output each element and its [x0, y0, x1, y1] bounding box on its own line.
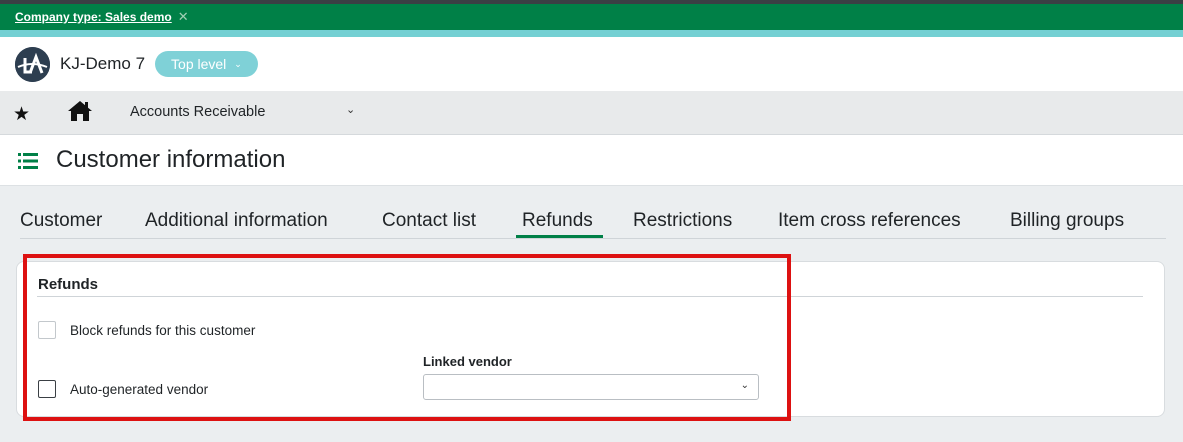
active-tab-indicator: [516, 235, 603, 238]
company-type-link[interactable]: Company type: Sales demo: [15, 10, 172, 24]
chevron-down-icon[interactable]: ⌄: [346, 103, 355, 116]
accent-strip: [0, 30, 1183, 37]
module-navbar: ★ Accounts Receivable ⌄: [0, 91, 1183, 135]
home-icon[interactable]: [67, 100, 93, 127]
module-menu[interactable]: Accounts Receivable: [130, 104, 265, 120]
list-icon[interactable]: [18, 153, 38, 174]
tab-contact-list[interactable]: Contact list: [382, 210, 476, 232]
tab-restrictions[interactable]: Restrictions: [633, 210, 732, 232]
app-header: KJ-Demo 7 Top level ⌄: [0, 37, 1183, 91]
tab-bar: Customer Additional information Contact …: [20, 208, 1166, 239]
tab-billing-groups[interactable]: Billing groups: [1010, 210, 1124, 232]
level-label: Top level: [171, 56, 227, 72]
company-logo-icon[interactable]: [15, 46, 50, 82]
page-header: Customer information: [0, 135, 1183, 186]
tab-customer[interactable]: Customer: [20, 210, 102, 232]
tab-item-cross-references[interactable]: Item cross references: [778, 210, 961, 232]
level-selector[interactable]: Top level ⌄: [155, 51, 258, 77]
tab-additional-information[interactable]: Additional information: [145, 210, 328, 232]
close-icon[interactable]: ✕: [178, 9, 189, 25]
company-name[interactable]: KJ-Demo 7: [60, 54, 145, 74]
page-title: Customer information: [56, 146, 286, 173]
chevron-down-icon: ⌄: [234, 58, 242, 69]
tab-refunds[interactable]: Refunds: [522, 210, 593, 232]
highlight-box: [23, 254, 791, 421]
star-icon[interactable]: ★: [13, 103, 30, 126]
company-type-banner: Company type: Sales demo ✕: [0, 4, 1183, 30]
